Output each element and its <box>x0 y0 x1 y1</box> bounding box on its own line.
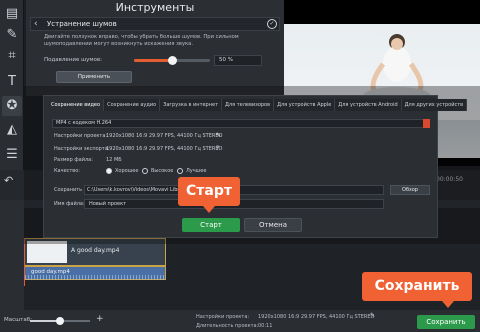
quality-high-radio[interactable] <box>142 168 148 174</box>
zoom-label: Масштаб: <box>4 317 32 323</box>
tab-android[interactable]: Для устройств Android <box>335 99 402 111</box>
noise-slider[interactable] <box>134 56 210 65</box>
quality-best-label: Лучшее <box>186 168 207 174</box>
tab-save-audio[interactable]: Сохранение аудио <box>104 99 161 111</box>
list-icon[interactable]: ☰ <box>2 145 22 165</box>
browse-button[interactable]: Обзор <box>390 185 430 195</box>
quality-label: Качество: <box>54 168 80 174</box>
bottom-bar: Масштаб: + Настройки проекта: 1920x1080 … <box>0 310 480 332</box>
file-size-label: Размер файла: <box>54 157 93 163</box>
zoom-slider[interactable] <box>30 317 90 325</box>
quality-good-radio[interactable] <box>106 168 112 174</box>
chevron-left-icon[interactable]: ‹ <box>34 18 44 30</box>
project-duration-label: Длительность проекта: <box>196 323 259 329</box>
tab-other-devices[interactable]: Для других устройств <box>401 99 468 111</box>
export-settings-value: 1920x1080 16:9 29.97 FPS, 44100 Гц STERE… <box>106 146 223 152</box>
tab-tv[interactable]: Для телевизоров <box>222 99 275 111</box>
undo-icon[interactable]: ↶ <box>4 174 13 187</box>
noise-slider-label: Подавление шумов: <box>44 57 103 63</box>
help-icon[interactable]: ? <box>216 145 219 152</box>
check-circle-icon[interactable]: ✓ <box>267 19 277 29</box>
project-settings-label: Настройки проекта: <box>54 133 108 139</box>
audio-clip[interactable]: good day.mp4 <box>24 266 166 280</box>
project-settings-value: 1920x1080 16:9 29.97 FPS, 44100 Гц STERE… <box>258 314 375 320</box>
editing-toolbar: ▤ ✎ ⌗ T ✪ ◭ ☰ <box>0 0 24 170</box>
format-select[interactable]: MP4 с кодеком H.264 <box>52 119 430 128</box>
tab-upload-online[interactable]: Загрузка в интернет <box>160 99 222 111</box>
shapes-icon[interactable]: ◭ <box>2 120 22 140</box>
filename-label: Имя файла: <box>54 201 85 207</box>
edit-pencil-icon[interactable]: ✎ <box>216 132 221 139</box>
tab-apple[interactable]: Для устройств Apple <box>274 99 336 111</box>
noise-value-field[interactable]: 50 % <box>214 55 262 66</box>
tools-panel: Инструменты ‹ Устранение шумов ✓ Двигайт… <box>26 0 284 96</box>
save-tabs: Сохранение видео Сохранение аудио Загруз… <box>48 99 468 111</box>
start-button[interactable]: Старт <box>182 218 240 232</box>
noise-removal-description: Двигайте ползунок вправо, чтобы убрать б… <box>44 34 239 47</box>
dropdown-arrow-icon[interactable] <box>423 119 430 128</box>
audio-waveform <box>25 275 165 280</box>
project-duration-value: 00:11 <box>258 323 273 329</box>
zoom-slider-knob[interactable] <box>56 317 64 325</box>
film-icon[interactable]: ▤ <box>2 4 22 24</box>
tab-save-video[interactable]: Сохранение видео <box>48 99 105 111</box>
crop-icon[interactable]: ⌗ <box>2 46 22 66</box>
noise-slider-knob[interactable] <box>168 56 177 65</box>
track-headers <box>0 200 24 310</box>
magic-wand-icon[interactable]: ✎ <box>2 25 22 45</box>
quality-good-label: Хорошее <box>115 168 139 174</box>
cancel-button[interactable]: Отмена <box>244 218 302 232</box>
project-settings-value: 1920x1080 16:9 29.97 FPS, 44100 Гц STERE… <box>106 133 223 139</box>
noise-removal-title: Устранение шумов <box>47 20 117 28</box>
export-settings-label: Настройки экспорта: <box>54 146 110 152</box>
video-clip-name: A good day.mp4 <box>71 247 120 254</box>
zoom-in-icon[interactable]: + <box>96 314 104 324</box>
start-callout: Старт <box>178 177 240 213</box>
save-callout: Сохранить <box>362 272 472 308</box>
save-button[interactable]: Сохранить <box>417 315 475 329</box>
edit-pencil-icon[interactable]: ✎ <box>370 312 375 319</box>
noise-removal-header: ‹ Устранение шумов ✓ <box>30 17 280 31</box>
tools-panel-title: Инструменты <box>115 1 195 14</box>
quality-best-radio[interactable] <box>177 168 183 174</box>
text-icon[interactable]: T <box>2 72 22 92</box>
star-icon[interactable]: ✪ <box>2 96 22 116</box>
save-dialog: Сохранение видео Сохранение аудио Загруз… <box>43 95 468 238</box>
quality-high-label: Высокое <box>151 168 174 174</box>
file-size-value: 12 МБ <box>106 157 122 163</box>
format-value: MP4 с кодеком H.264 <box>56 120 112 126</box>
apply-button[interactable]: Применить <box>56 71 132 83</box>
noise-slider-fill <box>134 59 172 62</box>
clip-thumbnail <box>27 241 67 263</box>
project-settings-label: Настройки проекта: <box>196 314 250 320</box>
playhead[interactable] <box>24 238 25 286</box>
